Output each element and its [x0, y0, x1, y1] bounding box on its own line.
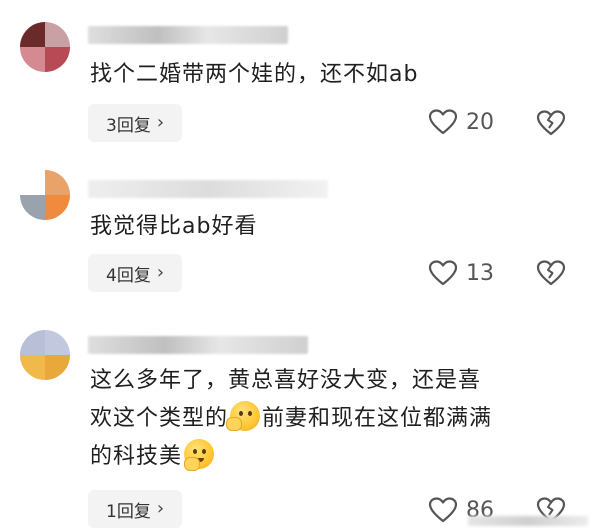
comment-text: 我觉得比ab好看 [90, 214, 258, 239]
username-redacted[interactable] [88, 336, 308, 354]
heart-outline-icon [428, 260, 458, 286]
comment-fragment: 欢这个类型的 [90, 406, 229, 431]
comment-fragment: 前妻和现在这位都满满 [262, 406, 493, 431]
comment-line: 欢这个类型的 前妻和现在这位都满满 [90, 400, 580, 438]
comment-text: 找个二婚带两个娃的，还不如ab [90, 62, 419, 87]
dislike-button[interactable] [536, 259, 566, 291]
broken-heart-icon [536, 260, 566, 286]
thinking-face-emoji-icon [184, 439, 215, 471]
avatar-tile [20, 355, 45, 380]
shushing-face-emoji-icon [226, 401, 261, 431]
like-count: 13 [466, 260, 494, 286]
replies-button[interactable]: 1回复 › [88, 490, 183, 528]
watermark-redacted [468, 516, 588, 526]
replies-label: 1回复 [106, 501, 151, 522]
avatar-tile [45, 170, 70, 195]
like-count: 20 [466, 109, 494, 135]
comment-line: 的科技美 [90, 438, 580, 476]
like-button[interactable]: 13 [428, 259, 494, 287]
replies-button[interactable]: 3回复 › [88, 104, 183, 142]
avatar-tile [20, 22, 45, 47]
heart-outline-icon [428, 497, 458, 523]
avatar-tile [20, 170, 45, 195]
avatar-tile [45, 47, 70, 72]
avatar-tile [20, 195, 45, 220]
chevron-right-icon: › [156, 112, 165, 133]
comment-line: 这么多年了，黄总喜好没大变，还是喜 [90, 368, 482, 393]
avatar-tile [45, 195, 70, 220]
like-button[interactable]: 20 [428, 108, 494, 136]
comment-fragment: 的科技美 [90, 444, 183, 469]
avatar-tile [45, 330, 70, 355]
replies-label: 4回复 [106, 265, 151, 286]
avatar[interactable] [20, 330, 70, 380]
avatar-tile [45, 22, 70, 47]
dislike-button[interactable] [536, 109, 566, 141]
comment-item: 找个二婚带两个娃的，还不如ab 3回复 › 20 [0, 0, 600, 160]
chevron-right-icon: › [156, 262, 165, 283]
avatar[interactable] [20, 22, 70, 72]
broken-heart-icon [536, 110, 566, 136]
avatar[interactable] [20, 170, 70, 220]
username-redacted[interactable] [88, 180, 328, 198]
avatar-tile [45, 355, 70, 380]
heart-outline-icon [428, 109, 458, 135]
username-redacted[interactable] [88, 26, 288, 44]
replies-button[interactable]: 4回复 › [88, 254, 183, 292]
avatar-tile [20, 47, 45, 72]
avatar-tile [20, 330, 45, 355]
replies-label: 3回复 [106, 115, 151, 136]
comment-text: 这么多年了，黄总喜好没大变，还是喜 欢这个类型的 前妻和现在这位都满满 的科技美 [90, 362, 580, 476]
chevron-right-icon: › [156, 498, 165, 519]
